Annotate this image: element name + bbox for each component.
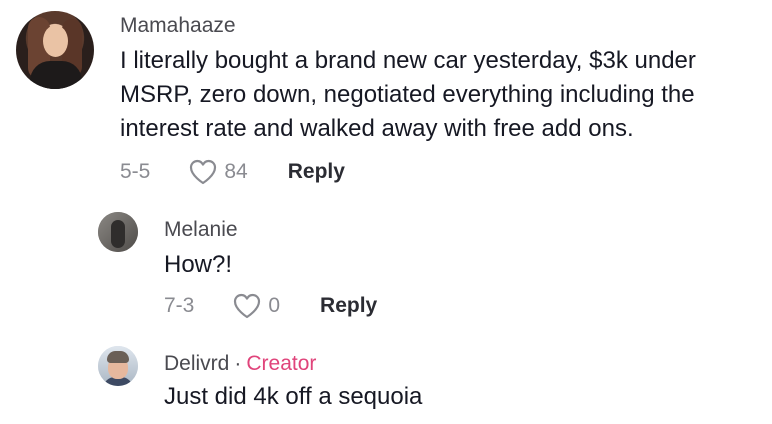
username[interactable]: Mamahaaze [120, 14, 236, 38]
comment-text-line: I literally bought a brand new car yeste… [120, 47, 696, 74]
like-count: 0 [268, 294, 281, 317]
comment-date: 7-3 [164, 294, 195, 317]
comment-text: I literally bought a brand new car yeste… [120, 44, 696, 146]
avatar[interactable] [98, 346, 138, 386]
reply-melanie: Melanie How?! 7-3 0 Reply [0, 200, 772, 330]
reply-button[interactable]: Reply [288, 160, 345, 184]
comment-text: Just did 4k off a sequoia [164, 383, 423, 410]
avatar[interactable] [16, 11, 94, 89]
creator-badge: Creator [246, 352, 317, 375]
reply-button[interactable]: Reply [320, 294, 377, 318]
comment-text: How?! [164, 251, 233, 278]
comment-text-line: MSRP, zero down, negotiated everything i… [120, 81, 695, 108]
heart-outline-icon[interactable] [188, 158, 218, 186]
heart-outline-icon[interactable] [232, 292, 262, 320]
username[interactable]: Delivrd [164, 352, 229, 375]
like-count: 84 [224, 160, 248, 183]
username[interactable]: Melanie [164, 218, 238, 242]
comment-meta: 7-3 0 Reply [164, 292, 377, 320]
comment-date: 5-5 [120, 160, 151, 183]
avatar[interactable] [98, 212, 138, 252]
comment-text-line: interest rate and walked away with free … [120, 115, 634, 142]
username-row: Delivrd · Creator [164, 352, 316, 376]
reply-delivrd: Delivrd · Creator Just did 4k off a sequoi… [0, 330, 772, 424]
separator-dot: · [234, 352, 242, 375]
comment-mamahaaze: Mamahaaze I literally bought a brand new… [0, 0, 772, 200]
comment-meta: 5-5 84 Reply [120, 158, 345, 186]
